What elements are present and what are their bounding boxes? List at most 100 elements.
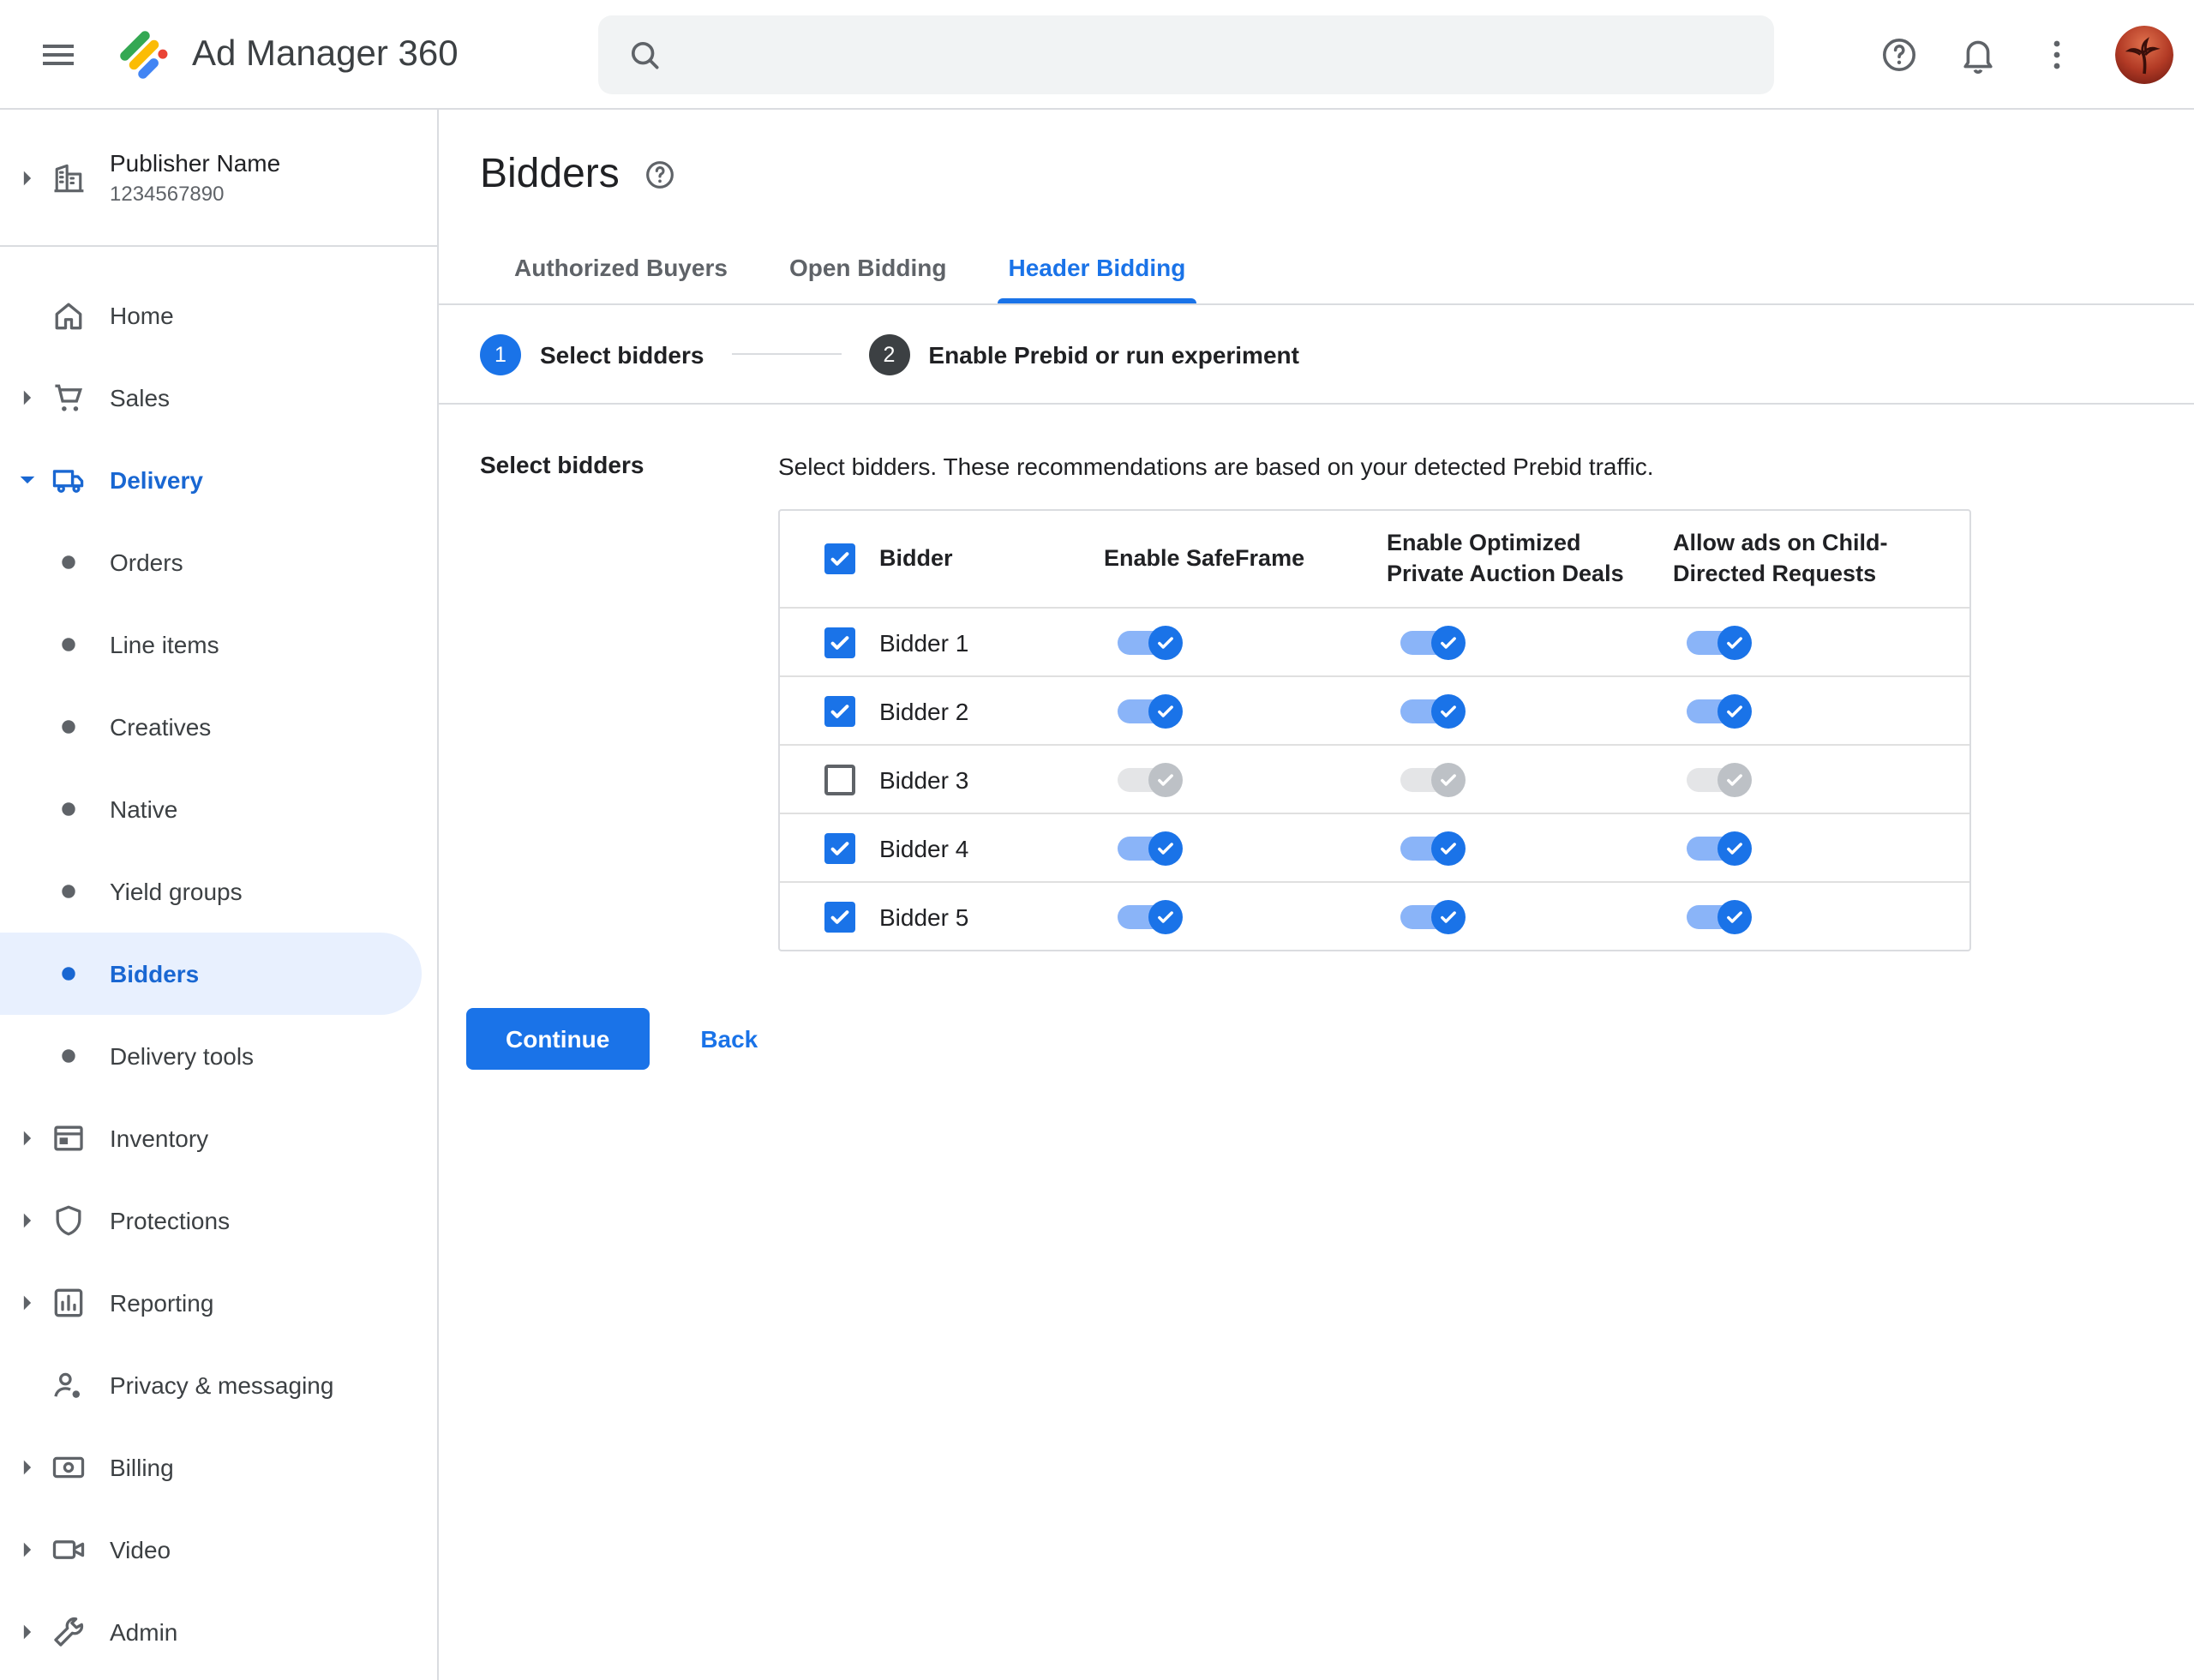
- sidebar-item-delivery[interactable]: Delivery: [0, 439, 437, 521]
- tab-authorized-buyers[interactable]: Authorized Buyers: [483, 230, 758, 303]
- sidebar-item-label: Creatives: [110, 713, 212, 741]
- toggle-child-directed-bidder-3[interactable]: [1687, 762, 1752, 796]
- step-label: Select bidders: [540, 340, 704, 368]
- toggle-thumb: [1717, 899, 1752, 933]
- step-number: 1: [480, 333, 521, 375]
- page-title: Bidders: [480, 151, 620, 197]
- sidebar-item-video[interactable]: Video: [0, 1509, 437, 1591]
- toggle-thumb: [1148, 831, 1183, 865]
- bullet-icon: [48, 871, 89, 912]
- menu-button[interactable]: [24, 20, 93, 88]
- actions-row: Continue Back: [439, 1008, 2194, 1070]
- toggle-optimized-deals-bidder-4[interactable]: [1400, 831, 1466, 865]
- chart-icon: [48, 1282, 89, 1323]
- toggle-thumb: [1431, 831, 1466, 865]
- sidebar-item-delivery-tools[interactable]: Delivery tools: [0, 1015, 437, 1097]
- step-connector: [731, 353, 842, 355]
- toggle-safeframe-bidder-2[interactable]: [1118, 693, 1183, 728]
- toggle-safeframe-bidder-5[interactable]: [1118, 899, 1183, 933]
- building-icon: [48, 157, 89, 198]
- select-all-checkbox[interactable]: [824, 543, 855, 574]
- toggle-safeframe-bidder-4[interactable]: [1118, 831, 1183, 865]
- step-label: Enable Prebid or run experiment: [928, 340, 1299, 368]
- sidebar-item-label: Protections: [110, 1207, 231, 1234]
- tab-header-bidding[interactable]: Header Bidding: [977, 230, 1216, 303]
- sidebar-item-billing[interactable]: Billing: [0, 1426, 437, 1509]
- toggle-child-directed-bidder-2[interactable]: [1687, 693, 1752, 728]
- content-section: Select bidders Select bidders. These rec…: [439, 405, 2194, 951]
- help-button[interactable]: [1865, 21, 1933, 89]
- more-options-button[interactable]: [2023, 21, 2091, 89]
- chevron-right-icon[interactable]: [7, 1615, 48, 1649]
- notifications-button[interactable]: [1944, 21, 2012, 89]
- toggle-optimized-deals-bidder-1[interactable]: [1400, 625, 1466, 659]
- toggle-thumb: [1148, 899, 1183, 933]
- sidebar-item-home[interactable]: Home: [0, 274, 437, 357]
- row-checkbox-bidder-2[interactable]: [824, 695, 855, 726]
- ad-manager-logo-icon: [113, 23, 175, 85]
- toggle-child-directed-bidder-4[interactable]: [1687, 831, 1752, 865]
- row-checkbox-bidder-3[interactable]: [824, 764, 855, 795]
- toggle-safeframe-bidder-1[interactable]: [1118, 625, 1183, 659]
- bidder-name: Bidder 2: [879, 697, 969, 724]
- chevron-right-icon[interactable]: [7, 1203, 48, 1238]
- sidebar-item-native[interactable]: Native: [0, 768, 437, 850]
- toggle-thumb: [1431, 625, 1466, 659]
- video-icon: [48, 1529, 89, 1570]
- row-checkbox-bidder-1[interactable]: [824, 627, 855, 657]
- toggle-thumb: [1431, 899, 1466, 933]
- publisher-selector[interactable]: Publisher Name 1234567890: [0, 110, 437, 247]
- table-row: Bidder 2: [780, 675, 1969, 744]
- sidebar-item-label: Yield groups: [110, 878, 243, 905]
- sidebar-item-reporting[interactable]: Reporting: [0, 1262, 437, 1344]
- bullet-icon: [48, 624, 89, 665]
- chevron-right-icon[interactable]: [7, 1121, 48, 1155]
- sidebar-item-bidders[interactable]: Bidders: [0, 933, 437, 1015]
- chevron-right-icon[interactable]: [7, 1533, 48, 1567]
- sidebar-item-line-items[interactable]: Line items: [0, 603, 437, 686]
- continue-button[interactable]: Continue: [466, 1008, 650, 1070]
- sidebar-item-admin[interactable]: Admin: [0, 1591, 437, 1673]
- topbar-actions: [1865, 0, 2173, 110]
- toggle-child-directed-bidder-5[interactable]: [1687, 899, 1752, 933]
- sidebar-item-label: Billing: [110, 1454, 174, 1481]
- page-help-icon[interactable]: [644, 158, 678, 192]
- bidders-panel: Select bidders. These recommendations ar…: [778, 449, 2153, 951]
- toggle-optimized-deals-bidder-5[interactable]: [1400, 899, 1466, 933]
- toggle-optimized-deals-bidder-3[interactable]: [1400, 762, 1466, 796]
- billing-icon: [48, 1447, 89, 1488]
- chevron-right-icon[interactable]: [7, 1450, 48, 1485]
- toggle-thumb: [1148, 625, 1183, 659]
- toggle-child-directed-bidder-1[interactable]: [1687, 625, 1752, 659]
- step-enable-prebid-or-run-experiment: 2 Enable Prebid or run experiment: [868, 333, 1299, 375]
- chevron-right-icon[interactable]: [7, 381, 48, 415]
- row-checkbox-bidder-4[interactable]: [824, 832, 855, 863]
- sidebar-item-privacy-messaging[interactable]: Privacy & messaging: [0, 1344, 437, 1426]
- bullet-icon: [48, 953, 89, 994]
- table-row: Bidder 5: [780, 881, 1969, 950]
- tab-open-bidding[interactable]: Open Bidding: [758, 230, 978, 303]
- chevron-down-icon[interactable]: [7, 463, 48, 497]
- tab-bar: Authorized Buyers Open Bidding Header Bidd…: [439, 230, 2194, 305]
- sidebar-item-label: Line items: [110, 631, 219, 658]
- sidebar-item-sales[interactable]: Sales: [0, 357, 437, 439]
- back-button[interactable]: Back: [700, 1025, 758, 1053]
- sidebar-item-protections[interactable]: Protections: [0, 1179, 437, 1262]
- avatar[interactable]: [2115, 26, 2173, 84]
- sidebar-item-orders[interactable]: Orders: [0, 521, 437, 603]
- toggle-thumb: [1148, 762, 1183, 796]
- sidebar-item-creatives[interactable]: Creatives: [0, 686, 437, 768]
- chevron-right-icon[interactable]: [7, 1286, 48, 1320]
- toggle-safeframe-bidder-3[interactable]: [1118, 762, 1183, 796]
- section-label: Select bidders: [480, 451, 644, 478]
- search-bar: [598, 15, 1774, 94]
- search-input[interactable]: [687, 15, 1747, 94]
- row-checkbox-bidder-5[interactable]: [824, 901, 855, 932]
- sidebar-item-label: Admin: [110, 1618, 178, 1646]
- toggle-optimized-deals-bidder-2[interactable]: [1400, 693, 1466, 728]
- bidder-name: Bidder 1: [879, 628, 969, 656]
- bullet-icon: [48, 542, 89, 583]
- toggle-thumb: [1717, 831, 1752, 865]
- sidebar-item-yield-groups[interactable]: Yield groups: [0, 850, 437, 933]
- sidebar-item-inventory[interactable]: Inventory: [0, 1097, 437, 1179]
